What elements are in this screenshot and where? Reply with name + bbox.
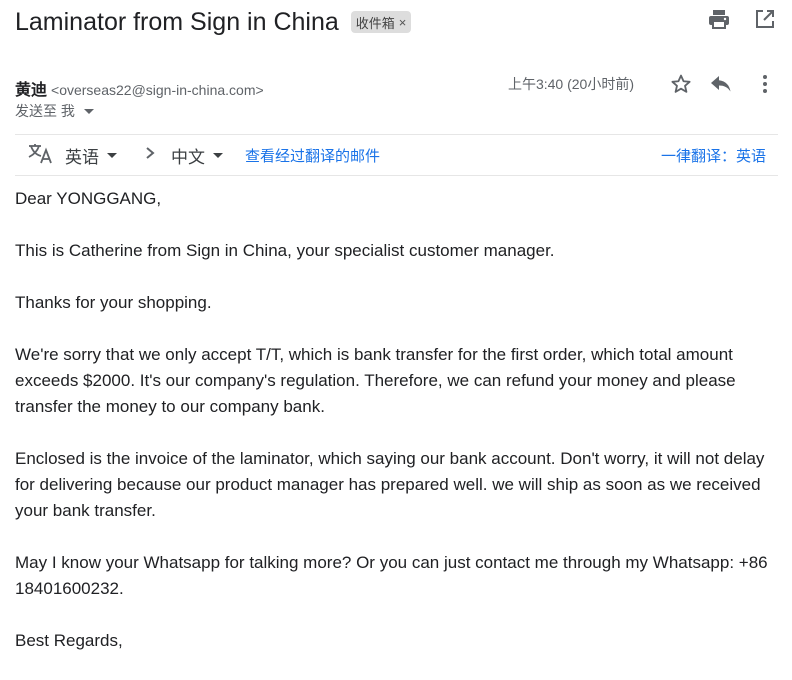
- body-paragraph: We're sorry that we only accept T/T, whi…: [15, 345, 736, 416]
- email-subject: Laminator from Sign in China: [15, 7, 339, 36]
- source-language-select[interactable]: 英语: [65, 143, 117, 168]
- reply-icon[interactable]: [710, 73, 732, 95]
- recipient-text: 发送至 我: [15, 103, 75, 119]
- view-translated-message-link[interactable]: 查看经过翻译的邮件: [245, 145, 380, 166]
- more-vertical-icon[interactable]: [754, 73, 776, 95]
- always-translate-link[interactable]: 一律翻译：英语: [661, 145, 766, 166]
- star-icon[interactable]: [670, 73, 692, 95]
- body-paragraph: Thanks for your shopping.: [15, 293, 212, 312]
- open-in-new-window-icon[interactable]: [754, 8, 776, 30]
- target-language-label: 中文: [171, 147, 205, 167]
- message-body: Dear YONGGANG, This is Catherine from Si…: [15, 186, 780, 680]
- sender-name[interactable]: 黄迪: [15, 76, 47, 100]
- subject-row: Laminator from Sign in China 收件箱 ×: [15, 4, 412, 40]
- recipient-row[interactable]: 发送至 我: [15, 101, 94, 121]
- target-language-select[interactable]: 中文: [171, 143, 223, 168]
- greeting: Dear YONGGANG,: [15, 189, 162, 208]
- body-paragraph: This is Catherine from Sign in China, yo…: [15, 241, 555, 260]
- translate-icon: [27, 142, 53, 169]
- sender-email: <overseas22@sign-in-china.com>: [51, 82, 264, 98]
- inbox-label-text: 收件箱: [355, 15, 395, 31]
- message-timestamp: 上午3:40 (20小时前): [507, 76, 634, 92]
- sender-row: 黄迪 <overseas22@sign-in-china.com>: [15, 76, 264, 100]
- remove-label-icon[interactable]: ×: [399, 15, 407, 30]
- chevron-right-icon: [145, 145, 155, 165]
- translate-bar: 英语 中文 查看经过翻译的邮件 一律翻译：英语: [15, 134, 778, 176]
- source-language-label: 英语: [65, 147, 99, 167]
- body-paragraph: Enclosed is the invoice of the laminator…: [15, 449, 765, 520]
- recipient-details-chevron-down-icon[interactable]: [83, 108, 94, 114]
- chevron-down-icon: [107, 152, 117, 158]
- inbox-label-chip[interactable]: 收件箱 ×: [350, 11, 412, 33]
- message-meta: 上午3:40 (20小时前): [508, 73, 776, 95]
- closing: Best Regards,: [15, 631, 123, 650]
- chevron-down-icon: [213, 152, 223, 158]
- print-icon[interactable]: [708, 8, 730, 30]
- top-actions: [708, 8, 776, 30]
- body-paragraph: May I know your Whatsapp for talking mor…: [15, 553, 768, 598]
